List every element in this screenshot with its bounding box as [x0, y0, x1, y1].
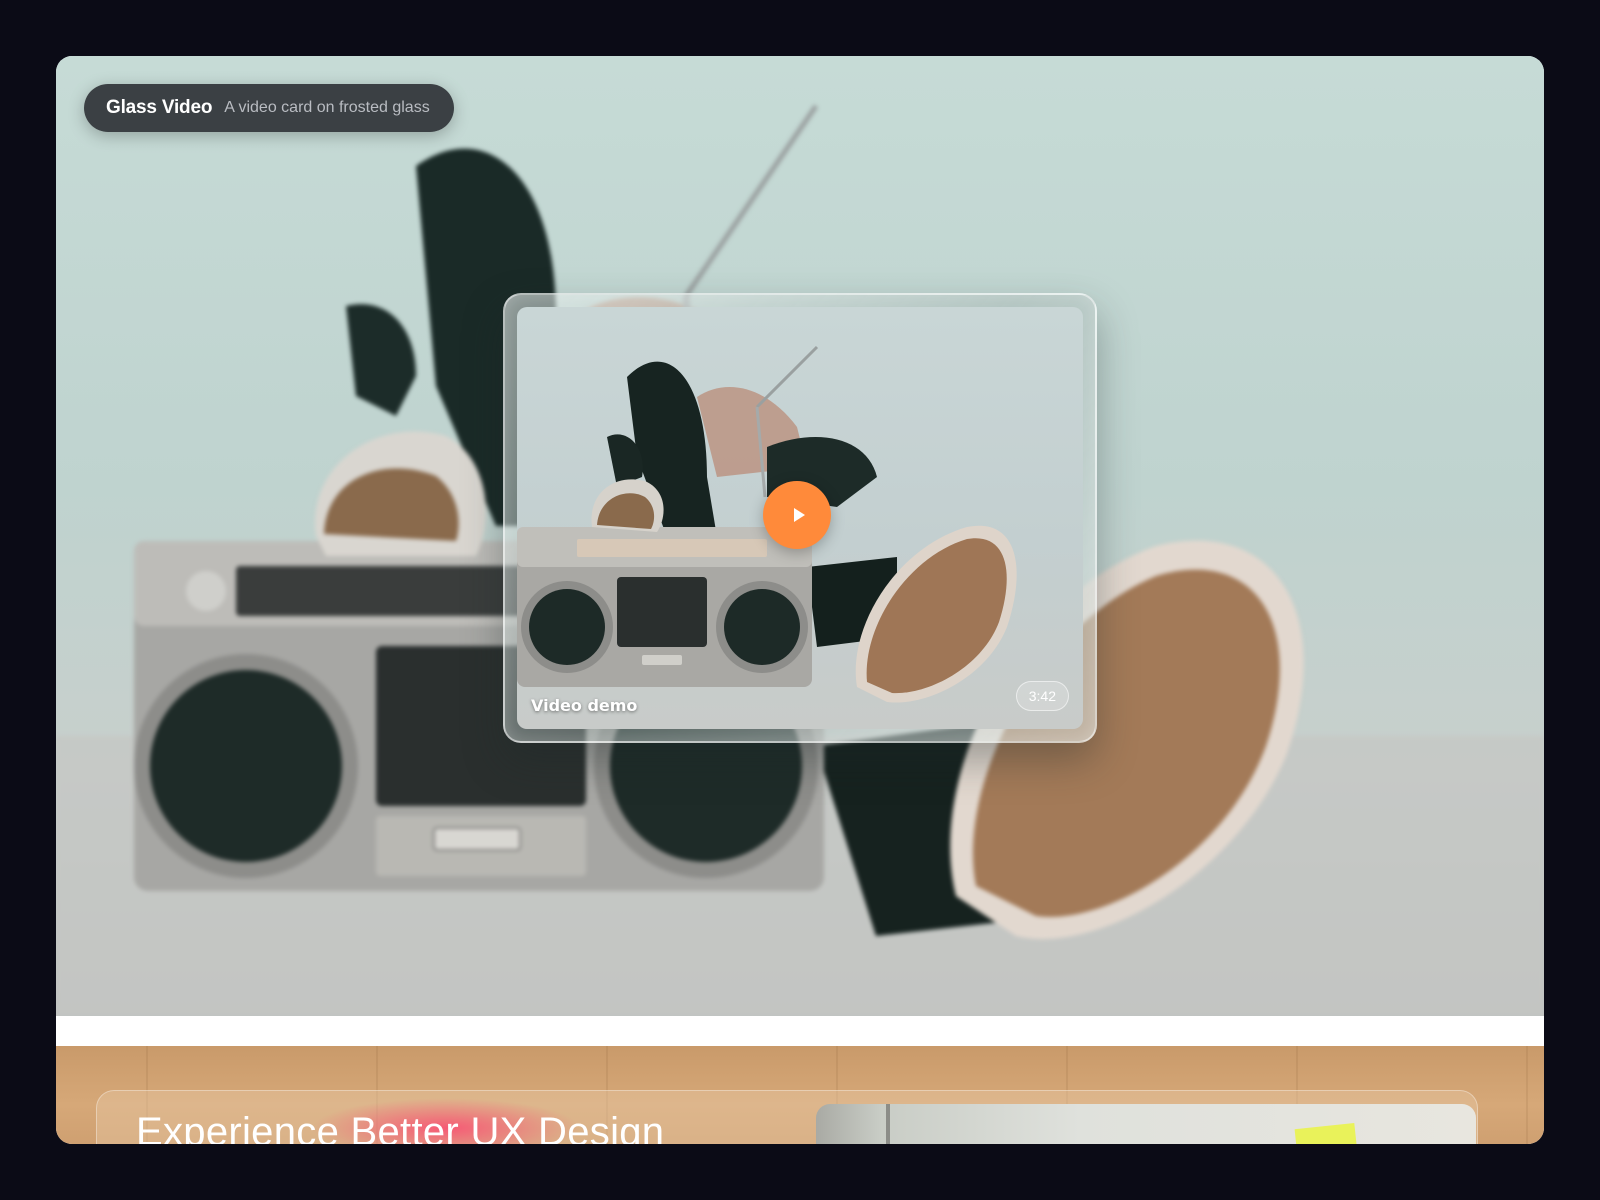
section-divider — [56, 1016, 1544, 1046]
play-icon — [793, 508, 805, 522]
image-pole — [886, 1104, 890, 1144]
video-title: Video demo — [531, 696, 638, 715]
play-button[interactable] — [763, 481, 831, 549]
next-section: Experience Better UX Design — [56, 1046, 1544, 1144]
duration-badge: 3:42 — [1015, 681, 1069, 711]
glass-video-card: Video demo 3:42 — [503, 293, 1097, 743]
title-pill: Glass Video A video card on frosted glas… — [84, 84, 454, 132]
preview-frame: Glass Video A video card on frosted glas… — [56, 56, 1544, 1144]
sticky-note — [1294, 1122, 1358, 1144]
section-headline: Experience Better UX Design — [136, 1110, 665, 1144]
page-subtitle: A video card on frosted glass — [224, 99, 430, 116]
video-player[interactable]: Video demo 3:42 — [517, 307, 1083, 729]
page-title: Glass Video — [106, 97, 213, 118]
section-image — [816, 1104, 1476, 1144]
